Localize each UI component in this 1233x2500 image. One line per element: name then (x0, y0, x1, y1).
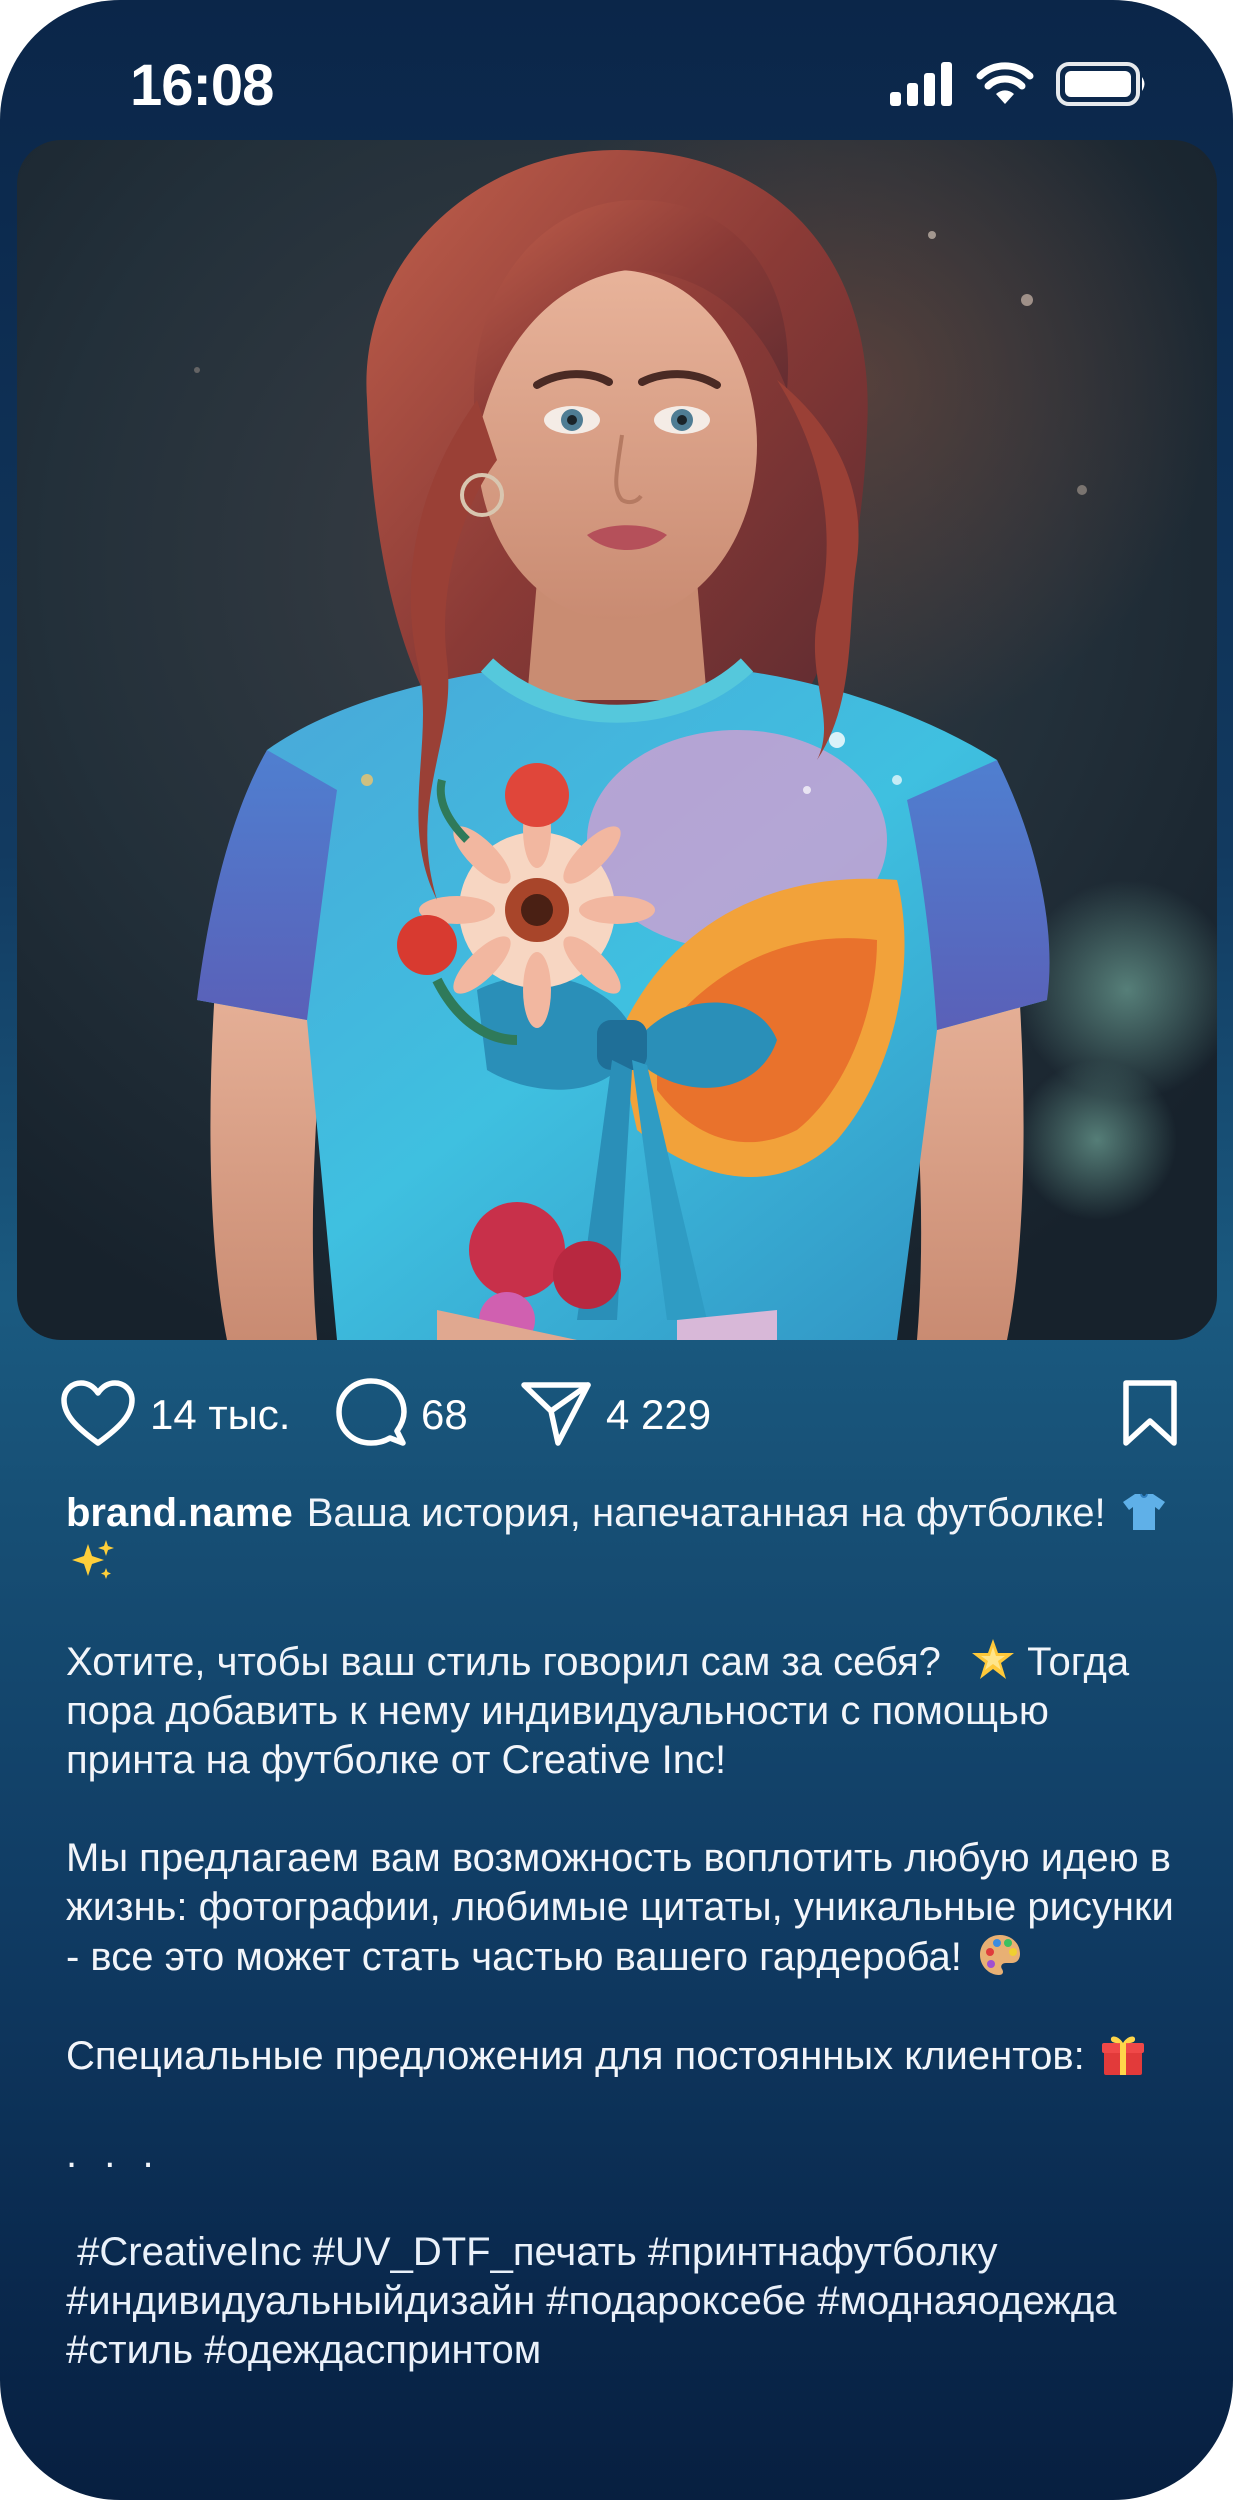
caption-intro: brand.name Ваша история, напечатанная на … (66, 1488, 1176, 1588)
bookmark-icon (1120, 1379, 1180, 1452)
comments-count: 68 (421, 1391, 468, 1438)
cellular-signal-icon (890, 61, 954, 111)
phone-screen: 16:08 14 тыс. 68 4 229 brand.name Ваша и… (0, 0, 1233, 2500)
save-button[interactable] (1120, 1375, 1180, 1455)
like-button[interactable]: 14 тыс. (60, 1375, 290, 1455)
wifi-icon (976, 61, 1034, 111)
shares-count: 4 229 (606, 1391, 712, 1438)
heart-icon (60, 1379, 136, 1452)
caption-paragraph-4: Специальные предложения для постоянных к… (66, 2031, 1176, 2081)
woman-in-printed-tshirt-photo (17, 140, 1217, 1340)
share-button[interactable]: 4 229 (520, 1375, 711, 1455)
post-actions: 14 тыс. 68 4 229 (60, 1375, 1180, 1455)
post-image[interactable] (17, 140, 1217, 1340)
likes-count: 14 тыс. (150, 1391, 291, 1438)
post-caption: brand.name Ваша история, напечатанная на … (66, 1488, 1176, 2375)
speech-bubble-icon (335, 1377, 407, 1454)
status-icons (890, 61, 1148, 112)
battery-icon (1056, 61, 1148, 112)
post-username[interactable]: brand.name (66, 1491, 293, 1535)
palette-emoji (979, 1935, 1020, 1975)
t-shirt-emoji (1122, 1493, 1165, 1530)
caption-paragraph-3: Мы предлагаем вам возможность воплотить … (66, 1834, 1176, 1982)
caption-hashtags[interactable]: #CreativeInc #UV_DTF_печать #принтнафутб… (66, 2228, 1176, 2375)
paper-plane-icon (520, 1379, 592, 1452)
caption-more-ellipsis[interactable]: . . . (66, 2130, 1176, 2179)
status-time: 16:08 (130, 53, 274, 118)
star-emoji (972, 1639, 1015, 1679)
caption-line1: Ваша история, напечатанная на футболке! (306, 1491, 1106, 1535)
sparkles-emoji (72, 1540, 114, 1579)
status-bar: 16:08 (0, 0, 1233, 140)
caption-paragraph-2: Хотите, чтобы ваш стиль говорил сам за с… (66, 1637, 1176, 1785)
comment-button[interactable]: 68 (335, 1375, 468, 1455)
caption-para4: Специальные предложения для постоянных к… (66, 2034, 1085, 2078)
caption-para2: Хотите, чтобы ваш стиль говорил сам за с… (66, 1640, 941, 1684)
gift-emoji (1101, 2036, 1144, 2075)
